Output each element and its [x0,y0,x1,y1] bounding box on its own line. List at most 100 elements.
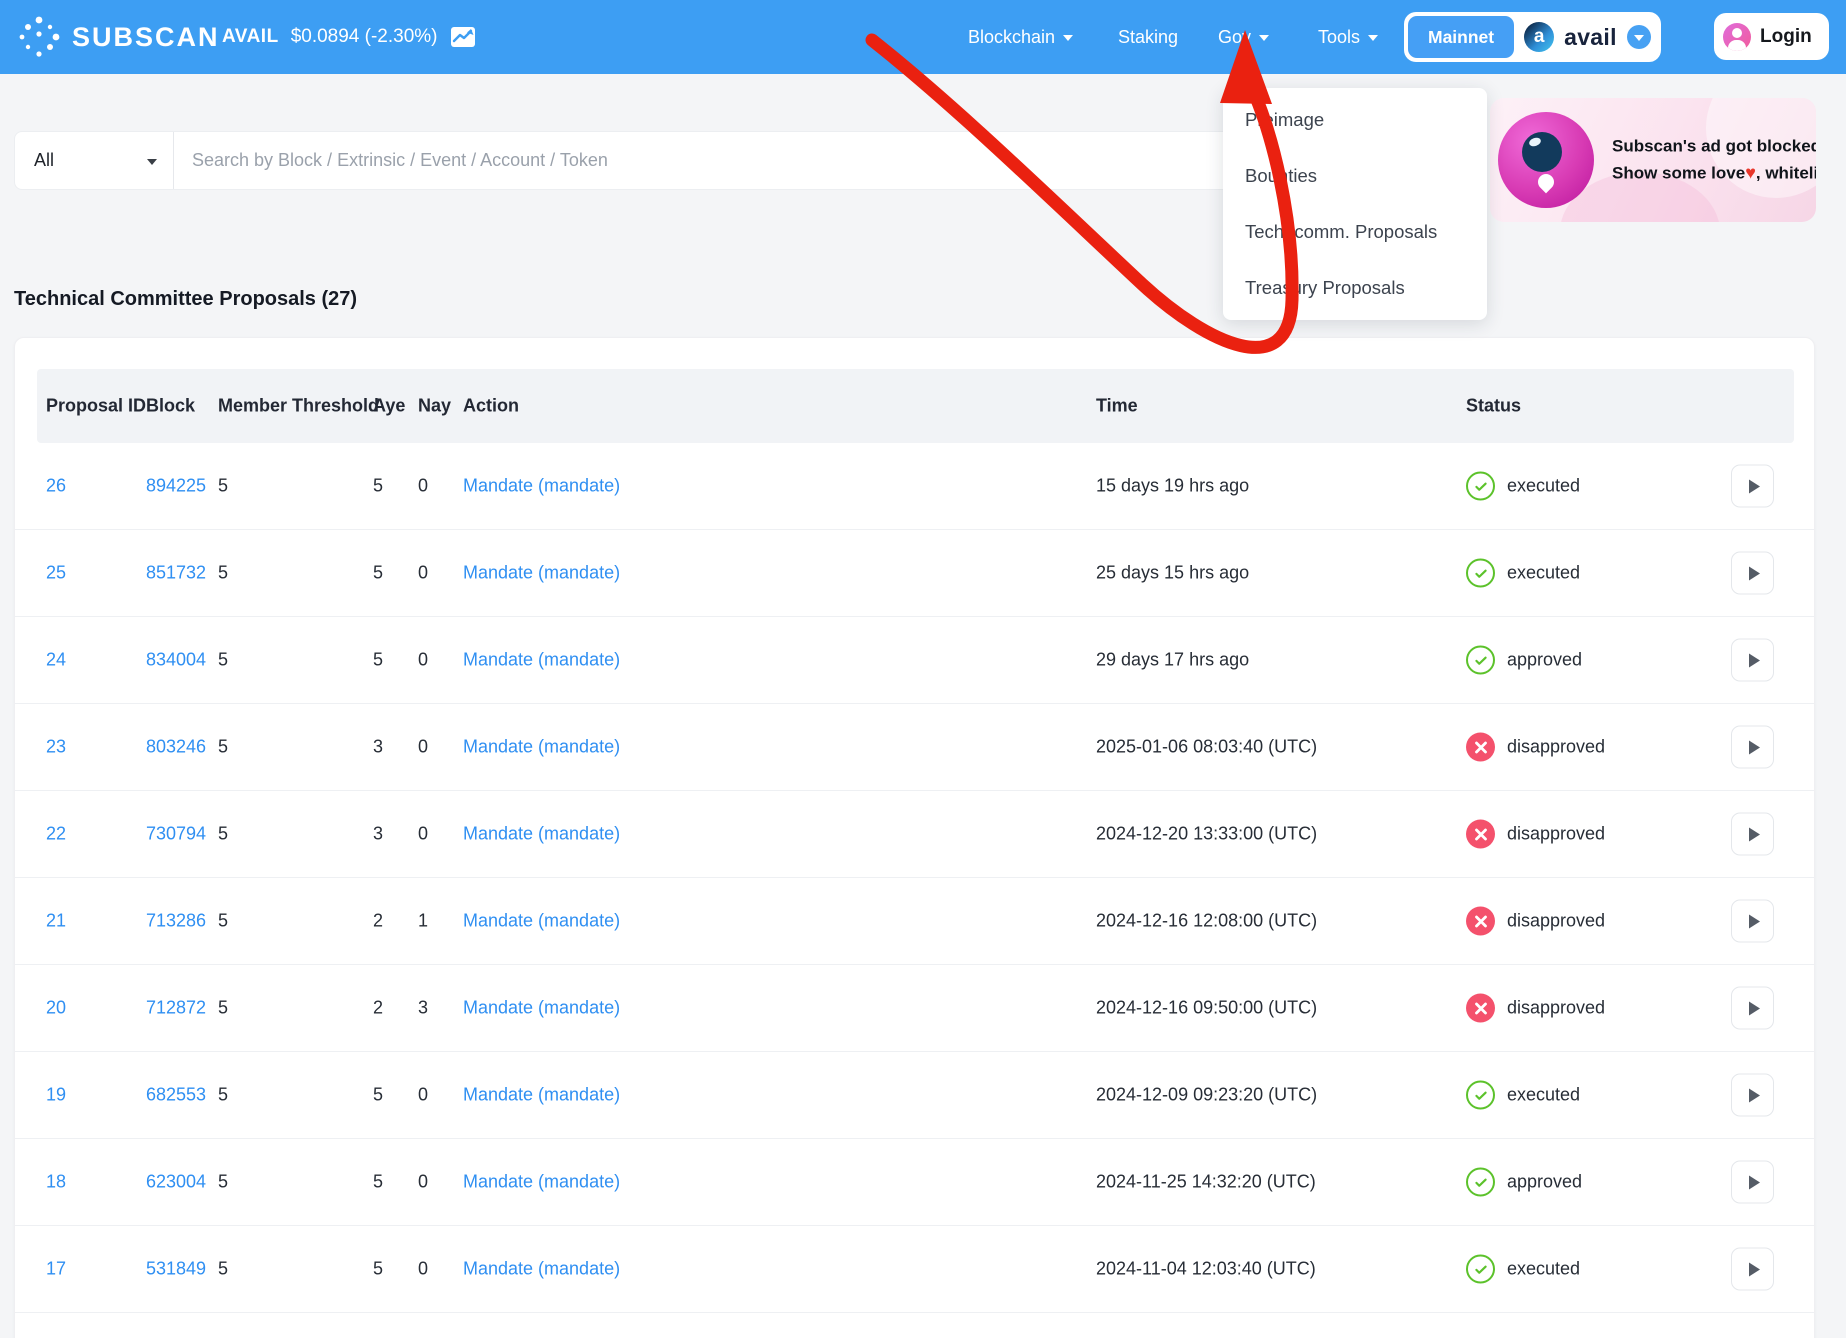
nay-value: 0 [418,1259,428,1280]
action-link[interactable]: Mandate (mandate) [463,998,620,1019]
column-header-member-threshold: Member Threshold [218,396,379,417]
block-link[interactable]: 834004 [146,650,206,671]
nav-item-label: Staking [1118,27,1178,48]
nav-item-staking[interactable]: Staking [1118,0,1178,74]
column-header-action: Action [463,396,519,417]
aye-value: 5 [373,476,383,497]
block-link[interactable]: 803246 [146,737,206,758]
member-threshold-value: 5 [218,563,228,584]
search-filter-select[interactable]: All [15,132,173,189]
nay-value: 0 [418,650,428,671]
time-value: 2024-12-20 13:33:00 (UTC) [1096,824,1317,845]
ad-blocked-banner: Subscan's ad got blocked :( Show some lo… [1490,98,1816,222]
search-filter-value: All [34,150,54,171]
block-link[interactable]: 531849 [146,1259,206,1280]
nav-item-gov[interactable]: Gov [1218,0,1269,74]
table-row: 19682553550Mandate (mandate)2024-12-09 0… [15,1052,1814,1139]
proposal-id-link[interactable]: 21 [46,911,66,932]
play-icon [1749,827,1760,841]
brand-name: SUBSCAN [72,22,220,53]
menu-item-bounties[interactable]: Bounties [1223,148,1487,204]
network-chevron-down-icon[interactable] [1627,25,1651,49]
column-header-aye: Aye [373,396,405,417]
action-link[interactable]: Mandate (mandate) [463,476,620,497]
proposal-id-link[interactable]: 20 [46,998,66,1019]
proposal-id-link[interactable]: 22 [46,824,66,845]
network-name: avail [1564,24,1617,51]
heart-icon: ♥ [1745,163,1756,183]
menu-item-treasury-proposals[interactable]: Treasury Proposals [1223,260,1487,316]
block-link[interactable]: 851732 [146,563,206,584]
member-threshold-value: 5 [218,650,228,671]
proposal-id-link[interactable]: 26 [46,476,66,497]
time-value: 2024-11-04 12:03:40 (UTC) [1096,1259,1316,1280]
block-link[interactable]: 713286 [146,911,206,932]
menu-item-tech-comm-proposals[interactable]: Tech. comm. Proposals [1223,204,1487,260]
action-link[interactable]: Mandate (mandate) [463,737,620,758]
block-link[interactable]: 730794 [146,824,206,845]
table-row: 20712872523Mandate (mandate)2024-12-16 0… [15,965,1814,1052]
member-threshold-value: 5 [218,737,228,758]
expand-row-button[interactable] [1731,552,1774,595]
action-link[interactable]: Mandate (mandate) [463,824,620,845]
play-icon [1749,566,1760,580]
nav-item-label: Blockchain [968,27,1055,48]
status-badge: disapproved [1466,733,1605,762]
nav-item-blockchain[interactable]: Blockchain [968,0,1073,74]
action-link[interactable]: Mandate (mandate) [463,563,620,584]
cross-circle-icon [1466,733,1495,762]
proposal-id-link[interactable]: 17 [46,1259,66,1280]
block-link[interactable]: 682553 [146,1085,206,1106]
expand-row-button[interactable] [1731,1161,1774,1204]
ad-line1: Subscan's ad got blocked :( [1612,134,1816,160]
menu-item-preimage[interactable]: Preimage [1223,92,1487,148]
block-link[interactable]: 894225 [146,476,206,497]
expand-row-button[interactable] [1731,1248,1774,1291]
check-circle-icon [1466,646,1495,675]
proposal-id-link[interactable]: 18 [46,1172,66,1193]
block-link[interactable]: 712872 [146,998,206,1019]
aye-value: 3 [373,737,383,758]
block-link[interactable]: 623004 [146,1172,206,1193]
nay-value: 0 [418,476,428,497]
nay-value: 0 [418,563,428,584]
proposal-id-link[interactable]: 24 [46,650,66,671]
chevron-down-icon [1063,35,1073,41]
proposal-id-link[interactable]: 19 [46,1085,66,1106]
proposal-id-link[interactable]: 23 [46,737,66,758]
gov-dropdown-menu: PreimageBountiesTech. comm. ProposalsTre… [1223,88,1487,320]
member-threshold-value: 5 [218,998,228,1019]
play-icon [1749,653,1760,667]
action-link[interactable]: Mandate (mandate) [463,911,620,932]
time-value: 2024-11-25 14:32:20 (UTC) [1096,1172,1316,1193]
chevron-down-icon [1368,35,1378,41]
action-link[interactable]: Mandate (mandate) [463,650,620,671]
expand-row-button[interactable] [1731,465,1774,508]
member-threshold-value: 5 [218,911,228,932]
play-icon [1749,740,1760,754]
action-link[interactable]: Mandate (mandate) [463,1172,620,1193]
time-value: 2024-12-16 12:08:00 (UTC) [1096,911,1317,932]
status-label: disapproved [1507,911,1605,932]
action-link[interactable]: Mandate (mandate) [463,1259,620,1280]
price-chart-icon[interactable] [450,26,476,48]
expand-row-button[interactable] [1731,726,1774,769]
action-link[interactable]: Mandate (mandate) [463,1085,620,1106]
login-button[interactable]: Login [1714,13,1829,60]
expand-row-button[interactable] [1731,900,1774,943]
play-icon [1749,914,1760,928]
mainnet-button[interactable]: Mainnet [1408,16,1514,58]
expand-row-button[interactable] [1731,987,1774,1030]
proposal-id-link[interactable]: 25 [46,563,66,584]
ad-blocked-text: Subscan's ad got blocked :( Show some lo… [1612,134,1816,187]
table-row: 21713286521Mandate (mandate)2024-12-16 1… [15,878,1814,965]
subscan-logo[interactable]: SUBSCAN [16,0,220,74]
status-label: approved [1507,650,1582,671]
expand-row-button[interactable] [1731,1074,1774,1117]
expand-row-button[interactable] [1731,813,1774,856]
check-circle-icon [1466,1081,1495,1110]
table-row: 22730794530Mandate (mandate)2024-12-20 1… [15,791,1814,878]
nav-item-tools[interactable]: Tools [1318,0,1378,74]
expand-row-button[interactable] [1731,639,1774,682]
time-value: 2025-01-06 08:03:40 (UTC) [1096,737,1317,758]
